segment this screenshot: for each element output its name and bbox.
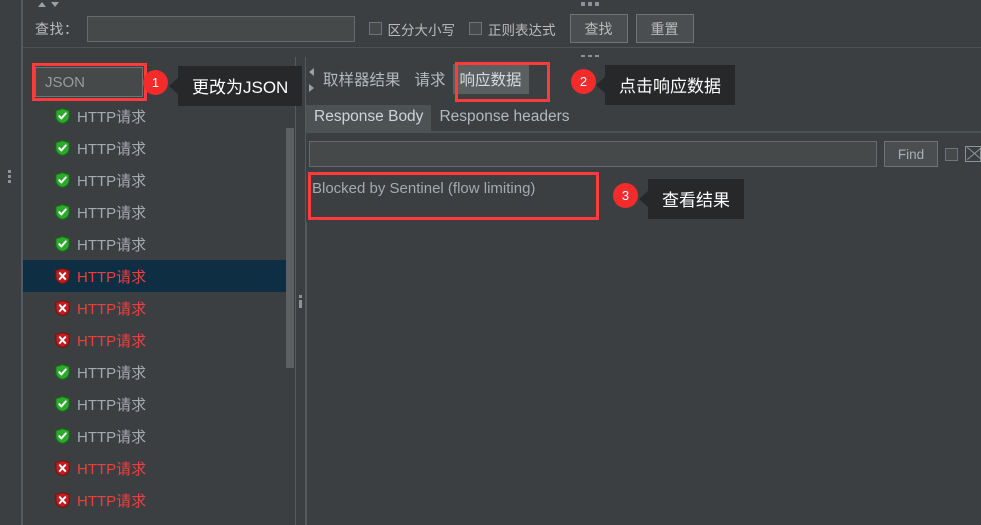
tree-row[interactable]: HTTP请求 (23, 132, 286, 164)
tree-row-label: HTTP请求 (77, 172, 147, 190)
tree-row[interactable]: HTTP请求 (23, 324, 286, 356)
regex-checkbox[interactable]: 正则表达式 (469, 19, 556, 39)
tree-row[interactable]: HTTP请求 (23, 388, 286, 420)
case-sensitive-checkbox[interactable]: 区分大小写 (368, 19, 456, 39)
annotation-callout-1: 更改为JSON (178, 66, 303, 106)
shield-check-icon (55, 395, 70, 413)
center-splitter-handle[interactable] (299, 295, 302, 308)
search-find-button[interactable]: 查找 (569, 14, 628, 43)
shield-check-icon (55, 139, 70, 157)
panel-divider-left (295, 57, 296, 525)
tree-row-label: HTTP请求 (77, 236, 147, 254)
primary-tab-2[interactable]: 响应数据 (452, 64, 529, 94)
annotation-badge-1: 1 (143, 70, 168, 95)
center-splitter-handle-2[interactable] (299, 303, 302, 306)
search-reset-button[interactable]: 重置 (635, 14, 694, 43)
search-toolbar: 查找： 区分大小写 正则表达式 查找 重置 (23, 10, 981, 48)
shield-check-icon (55, 427, 70, 445)
tab-scroll-arrows[interactable] (306, 62, 316, 98)
tree-row[interactable]: HTTP请求 (23, 260, 286, 292)
shield-check-icon (55, 107, 70, 125)
shield-error-icon (55, 459, 70, 477)
shield-check-icon (55, 171, 70, 189)
find-case-checkbox[interactable] (945, 147, 959, 161)
response-find-bar: Find (309, 139, 981, 169)
jmeter-results-window: 查找： 区分大小写 正则表达式 查找 重置 JSON HTTP请求 HTTP请求 H… (0, 0, 981, 525)
tree-row-label: HTTP请求 (77, 396, 147, 414)
tree-row-label: HTTP请求 (77, 428, 147, 446)
annotation-callout-2: 点击响应数据 (605, 65, 735, 105)
triangle-up-icon[interactable] (38, 2, 46, 7)
triangle-left-icon[interactable] (308, 68, 314, 76)
response-find-button[interactable]: Find (883, 141, 939, 167)
tree-scrollbar-thumb[interactable] (286, 128, 294, 368)
shield-error-icon (55, 331, 70, 349)
secondary-tab-1[interactable]: Response headers (431, 105, 577, 131)
checkbox-box-icon[interactable] (469, 22, 482, 35)
results-tree[interactable]: HTTP请求 HTTP请求 HTTP请求 HTTP请求 HTTP请求 HTTP请求 HTTP… (23, 100, 286, 525)
annotation-callout-3: 查看结果 (648, 179, 744, 219)
response-find-input[interactable] (309, 141, 877, 167)
shield-error-icon (55, 491, 70, 509)
tree-row[interactable]: HTTP请求 (23, 292, 286, 324)
response-body-text: Blocked by Sentinel (flow limiting) (312, 180, 536, 197)
tree-row-label: HTTP请求 (77, 300, 147, 318)
tree-row[interactable]: HTTP请求 (23, 420, 286, 452)
annotation-badge-3: 3 (613, 183, 638, 208)
secondary-tabstrip: Response Body Response headers (306, 103, 981, 131)
tree-row-label: HTTP请求 (77, 332, 147, 350)
render-format-value: JSON (45, 73, 86, 91)
left-gutter (0, 0, 22, 525)
tree-row[interactable]: HTTP请求 (23, 228, 286, 260)
shield-error-icon (55, 299, 70, 317)
primary-tab-0[interactable]: 取样器结果 (316, 64, 408, 94)
tree-row[interactable]: HTTP请求 (23, 164, 286, 196)
left-splitter-handle[interactable] (8, 170, 11, 183)
checkbox-box-icon[interactable] (368, 22, 382, 35)
render-format-combo[interactable]: JSON (35, 67, 143, 97)
response-body-left-rule (306, 222, 307, 525)
case-sensitive-label: 区分大小写 (387, 22, 456, 38)
shield-check-icon (55, 235, 70, 253)
top-splitter-handle[interactable] (581, 2, 599, 6)
tree-row-label: HTTP请求 (77, 460, 147, 478)
primary-tab-1[interactable]: 请求 (408, 64, 453, 94)
tree-row-label: HTTP请求 (77, 204, 147, 222)
x-box-icon[interactable] (965, 146, 981, 162)
response-body-area[interactable] (306, 172, 981, 525)
search-label: 查找： (35, 20, 79, 37)
tree-row[interactable]: HTTP请求 (23, 452, 286, 484)
tree-row-label: HTTP请求 (77, 364, 147, 382)
triangle-down-icon[interactable] (51, 2, 59, 7)
tree-row-label: HTTP请求 (77, 492, 147, 510)
secondary-tabstrip-underline (306, 131, 981, 133)
shield-error-icon (55, 267, 70, 285)
tree-row-label: HTTP请求 (77, 108, 147, 126)
tree-row[interactable]: HTTP请求 (23, 356, 286, 388)
tree-row[interactable]: HTTP请求 (23, 196, 286, 228)
search-scroll-arrows[interactable] (38, 2, 59, 7)
tree-row[interactable]: HTTP请求 (23, 484, 286, 516)
shield-check-icon (55, 363, 70, 381)
annotation-badge-2: 2 (571, 69, 596, 94)
regex-label: 正则表达式 (488, 22, 556, 38)
shield-check-icon (55, 203, 70, 221)
search-input[interactable] (86, 15, 355, 42)
triangle-right-icon[interactable] (308, 84, 314, 92)
tree-row-label: HTTP请求 (77, 268, 147, 286)
tree-row-label: HTTP请求 (77, 140, 147, 158)
secondary-tab-0[interactable]: Response Body (306, 105, 432, 131)
